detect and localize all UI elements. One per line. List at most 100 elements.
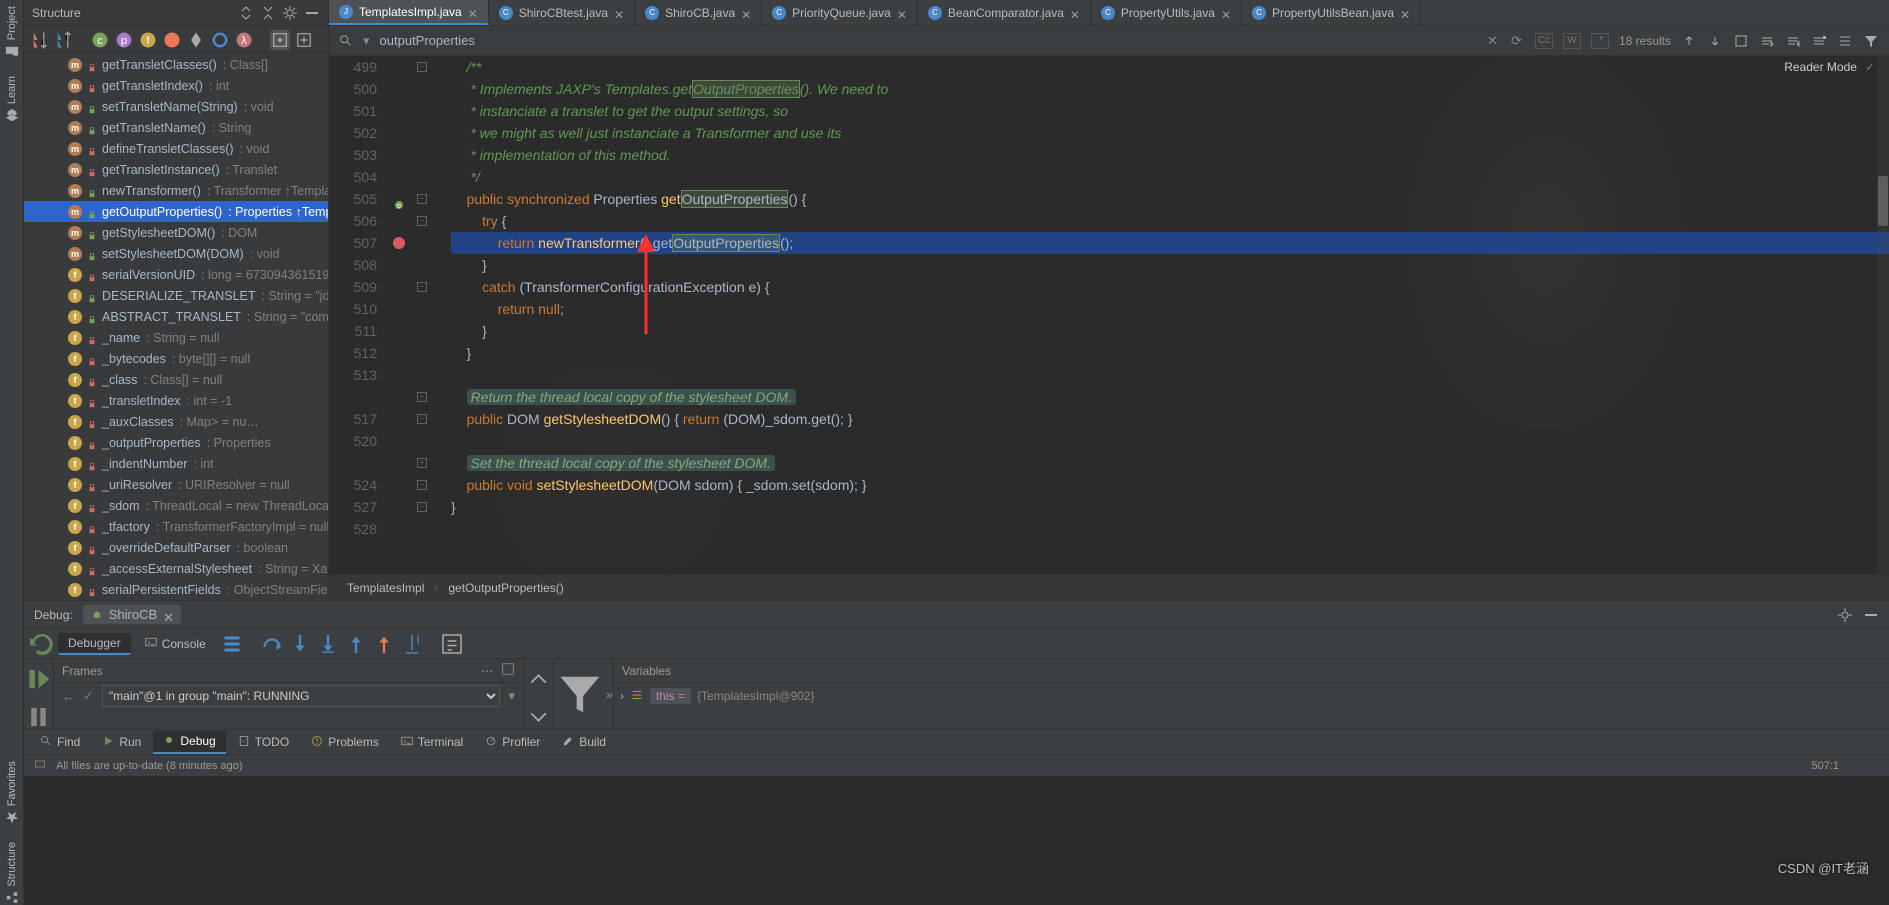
caret-position[interactable]: 507:1 <box>1811 760 1839 772</box>
close-icon[interactable]: ✕ <box>1400 8 1410 18</box>
fold-icon[interactable]: − <box>417 502 427 512</box>
fold-icon[interactable]: − <box>417 62 427 72</box>
editor-tab[interactable]: JTemplatesImpl.java✕ <box>329 0 489 25</box>
thread-select[interactable]: "main"@1 in group "main": RUNNING <box>102 685 501 707</box>
structure-item[interactable]: m newTransformer(): Transformer ↑Templat <box>24 180 328 201</box>
step-into-icon[interactable] <box>288 632 312 656</box>
close-icon[interactable]: ✕ <box>741 8 751 18</box>
override-icon[interactable]: o <box>394 194 404 204</box>
editor-tab[interactable]: CBeanComparator.java✕ <box>918 0 1091 25</box>
project-tool[interactable]: Project <box>5 6 19 58</box>
regex-toggle[interactable]: .* <box>1591 33 1609 49</box>
structure-item[interactable]: f _transletIndex: int = -1 <box>24 390 328 411</box>
filter-ring-icon[interactable] <box>210 30 230 50</box>
editor-tab[interactable]: CPropertyUtilsBean.java✕ <box>1242 0 1421 25</box>
debug-config[interactable]: ShiroCB ✕ <box>83 605 181 624</box>
console-tab[interactable]: Console <box>135 633 216 654</box>
sort-alpha-icon[interactable] <box>30 30 50 50</box>
more-frames-icon[interactable]: » <box>606 687 613 702</box>
expand-all-icon[interactable] <box>238 5 254 21</box>
structure-item[interactable]: m setStylesheetDOM(DOM): void <box>24 243 328 264</box>
close-icon[interactable]: ✕ <box>1070 8 1080 18</box>
profiler-tool[interactable]: Profiler <box>475 732 550 753</box>
filter-f-icon[interactable]: f <box>138 30 158 50</box>
close-icon[interactable]: ✕ <box>163 610 173 620</box>
settings-icon[interactable] <box>282 5 298 21</box>
editor-tab[interactable]: CPriorityQueue.java✕ <box>762 0 918 25</box>
filter-o-icon[interactable] <box>162 30 182 50</box>
structure-item[interactable]: f _sdom: ThreadLocal = new ThreadLocal() <box>24 495 328 516</box>
collapse-all-icon[interactable] <box>260 5 276 21</box>
structure-item[interactable]: m getTransletName(): String <box>24 117 328 138</box>
evaluate-icon[interactable] <box>440 632 464 656</box>
scrollbar[interactable] <box>1877 56 1889 574</box>
variable-row[interactable]: › this = {TemplatesImpl@902} <box>614 683 1889 709</box>
debugger-tab[interactable]: Debugger <box>58 633 131 655</box>
sort-visibility-icon[interactable] <box>54 30 74 50</box>
find-input[interactable] <box>380 33 680 48</box>
editor-breadcrumb[interactable]: TemplatesImpl › getOutputProperties() <box>329 574 1889 600</box>
autoscroll-from-icon[interactable] <box>294 30 314 50</box>
build-tool[interactable]: Build <box>552 732 616 753</box>
structure-item[interactable]: f _bytecodes: byte[][] = null <box>24 348 328 369</box>
favorites-tool[interactable]: Favorites <box>5 761 19 824</box>
filter-p-icon[interactable]: p <box>114 30 134 50</box>
filter-c-icon[interactable]: c <box>90 30 110 50</box>
structure-item[interactable]: m getOutputProperties(): Properties ↑Tem… <box>24 201 328 222</box>
structure-item[interactable]: f ABSTRACT_TRANSLET: String = "com.sun… <box>24 306 328 327</box>
editor-tab[interactable]: CShiroCB.java✕ <box>635 0 762 25</box>
structure-item[interactable]: m setTransletName(String): void <box>24 96 328 117</box>
learn-tool[interactable]: Learn <box>5 76 19 122</box>
hide-debug-icon[interactable] <box>1863 607 1879 623</box>
next-match-icon[interactable] <box>1707 33 1723 49</box>
select-all-icon[interactable] <box>1733 33 1749 49</box>
todo-tool[interactable]: TODO <box>228 732 299 753</box>
structure-item[interactable]: f _tfactory: TransformerFactoryImpl = nu… <box>24 516 328 537</box>
close-icon[interactable]: ✕ <box>1221 8 1231 18</box>
select-all-occ-icon[interactable] <box>1811 33 1827 49</box>
remove-selection-icon[interactable] <box>1785 33 1801 49</box>
structure-item[interactable]: f _accessExternalStylesheet: String = Xa… <box>24 558 328 579</box>
structure-item[interactable]: m getTransletInstance(): Translet <box>24 159 328 180</box>
structure-item[interactable]: f _class: Class[] = null <box>24 369 328 390</box>
step-over-icon[interactable] <box>260 632 284 656</box>
structure-item[interactable]: m defineTransletClasses(): void <box>24 138 328 159</box>
filter-frames-icon[interactable] <box>554 667 606 722</box>
expand-icon[interactable]: › <box>620 689 624 703</box>
history-icon[interactable]: ⟳ <box>1511 33 1525 49</box>
structure-item[interactable]: f serialPersistentFields: ObjectStreamFi… <box>24 579 328 600</box>
structure-list[interactable]: m getTransletClasses(): Class[]m getTran… <box>24 54 328 600</box>
editor-tab[interactable]: CShiroCBtest.java✕ <box>489 0 635 25</box>
fold-icon[interactable]: − <box>417 414 427 424</box>
run-to-cursor-icon[interactable]: I <box>400 632 424 656</box>
structure-item[interactable]: f _uriResolver: URIResolver = null <box>24 474 328 495</box>
fold-icon[interactable]: − <box>417 216 427 226</box>
match-case-toggle[interactable]: Cc <box>1535 33 1553 49</box>
structure-item[interactable]: m getStylesheetDOM(): DOM <box>24 222 328 243</box>
add-selection-icon[interactable] <box>1759 33 1775 49</box>
drop-frame-icon[interactable] <box>372 632 396 656</box>
rerun-icon[interactable] <box>30 632 54 656</box>
more-icon[interactable]: ⋯ <box>481 664 495 678</box>
breakpoint-icon[interactable] <box>393 237 405 249</box>
prev-match-icon[interactable] <box>1681 33 1697 49</box>
structure-item[interactable]: f serialVersionUID: long = 673094361519… <box>24 264 328 285</box>
fold-icon[interactable]: + <box>417 458 427 468</box>
fold-icon[interactable]: − <box>417 282 427 292</box>
step-out-icon[interactable] <box>344 632 368 656</box>
structure-tool[interactable]: Structure <box>5 842 19 905</box>
find-tool[interactable]: Find <box>30 732 90 753</box>
resume-icon[interactable] <box>24 663 53 695</box>
clear-icon[interactable]: ✕ <box>1487 33 1501 49</box>
structure-item[interactable]: f _name: String = null <box>24 327 328 348</box>
close-icon[interactable]: ✕ <box>897 8 907 18</box>
threads-icon[interactable] <box>220 632 244 656</box>
frames-up-icon[interactable] <box>524 663 553 695</box>
code-area[interactable]: 4995005015025035045055065075085095105115… <box>329 56 1889 574</box>
fold-icon[interactable]: − <box>417 480 427 490</box>
reader-mode-badge[interactable]: Reader Mode ✓ <box>1784 60 1875 74</box>
editor-tab[interactable]: CPropertyUtils.java✕ <box>1091 0 1242 25</box>
fold-icon[interactable]: − <box>417 194 427 204</box>
terminal-tool[interactable]: Terminal <box>391 732 473 753</box>
force-step-into-icon[interactable] <box>316 632 340 656</box>
